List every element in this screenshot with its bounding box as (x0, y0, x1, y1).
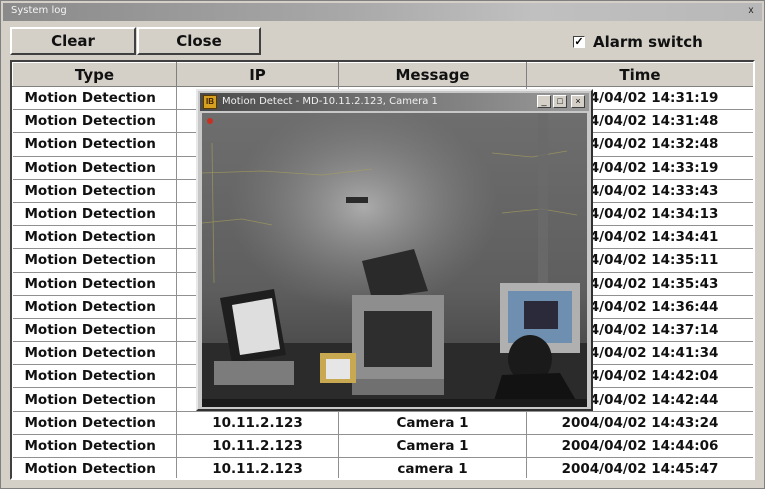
minimize-icon[interactable]: _ (537, 95, 551, 108)
clear-button[interactable]: Clear (10, 27, 136, 55)
camera-close-icon[interactable]: × (571, 95, 585, 108)
table-row[interactable]: Motion Detection 10.11.2.123 camera 1 2004/… (12, 457, 753, 478)
alarm-switch-label: Alarm switch (593, 33, 703, 51)
close-button[interactable]: Close (137, 27, 261, 55)
alarm-switch[interactable]: ✓ Alarm switch (573, 33, 703, 51)
cell-message: Camera 1 (338, 411, 527, 435)
recording-indicator-icon (207, 118, 213, 124)
cell-type: Motion Detection (12, 457, 177, 478)
cell-type: Motion Detection (12, 225, 177, 250)
camera-window-title: Motion Detect - MD-10.11.2.123, Camera 1 (222, 96, 438, 107)
cell-type: Motion Detection (12, 295, 177, 319)
cell-message: Camera 1 (338, 434, 527, 459)
cell-type: Motion Detection (12, 411, 177, 435)
maximize-icon[interactable]: □ (553, 95, 567, 108)
cell-type: Motion Detection (12, 364, 177, 389)
cell-ip: 10.11.2.123 (176, 457, 339, 478)
window-close-icon[interactable]: x (744, 4, 758, 18)
cell-type: Motion Detection (12, 132, 177, 157)
table-row[interactable]: Motion Detection 10.11.2.123 Camera 1 2004/… (12, 434, 753, 459)
table-row[interactable]: Motion Detection 10.11.2.123 Camera 1 2004/… (12, 411, 753, 435)
motion-detect-window[interactable]: IB Motion Detect - MD-10.11.2.123, Camer… (196, 89, 593, 411)
camera-app-icon: IB (203, 95, 217, 109)
column-header-type[interactable]: Type (12, 62, 177, 87)
cell-ip: 10.11.2.123 (176, 411, 339, 435)
cell-type: Motion Detection (12, 272, 177, 296)
cell-type: Motion Detection (12, 387, 177, 412)
small-device (320, 353, 356, 383)
column-header-message[interactable]: Message (338, 62, 527, 87)
cell-time: 2004/04/02 14:43:24 (526, 411, 753, 435)
alarm-switch-checkbox[interactable]: ✓ (573, 36, 585, 48)
cell-type: Motion Detection (12, 202, 177, 227)
cell-time: 2004/04/02 14:44:06 (526, 434, 753, 459)
cell-type: Motion Detection (12, 248, 177, 273)
window-title: System log (11, 5, 67, 16)
camera-video-feed (202, 113, 587, 407)
table-header-row: Type IP Message Time (12, 62, 753, 87)
cell-time: 2004/04/02 14:45:47 (526, 457, 753, 478)
cell-type: Motion Detection (12, 179, 177, 203)
cell-type: Motion Detection (12, 318, 177, 343)
cell-type: Motion Detection (12, 341, 177, 366)
title-bar[interactable]: System log x (3, 3, 762, 21)
column-header-time[interactable]: Time (526, 62, 753, 87)
cell-type: Motion Detection (12, 109, 177, 134)
cell-type: Motion Detection (12, 86, 177, 111)
cell-message: camera 1 (338, 457, 527, 478)
cell-ip: 10.11.2.123 (176, 434, 339, 459)
cell-type: Motion Detection (12, 434, 177, 459)
column-header-ip[interactable]: IP (176, 62, 339, 87)
camera-window-title-bar[interactable]: IB Motion Detect - MD-10.11.2.123, Camer… (200, 93, 589, 111)
cell-type: Motion Detection (12, 156, 177, 180)
